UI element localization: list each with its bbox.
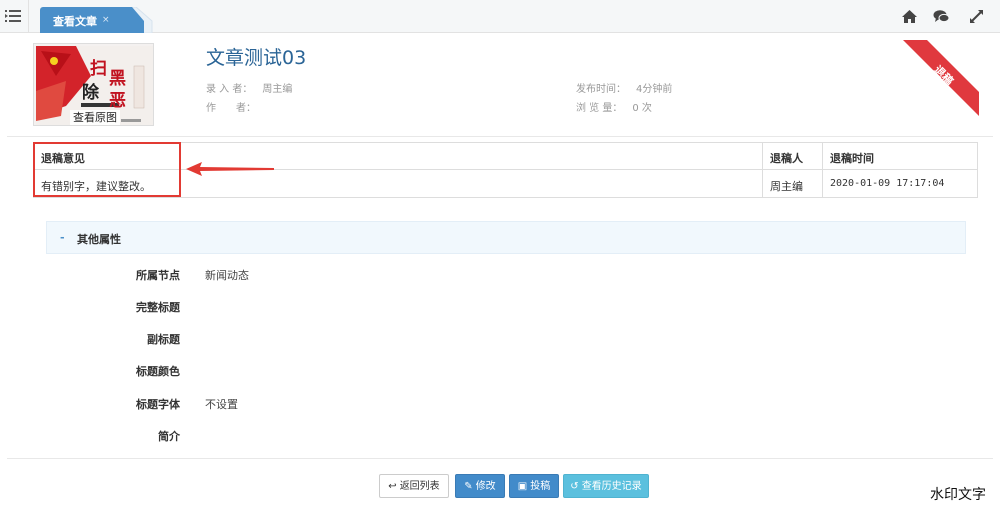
meta-publish-time: 发布时间： 4分钟前 [576,80,672,95]
meta-author: 作 者： [206,99,266,114]
meta-label: 录 入 者： [206,84,253,95]
prop-label-title-font: 标题字体 [136,398,180,411]
meta-label: 发布时间： [576,84,626,95]
fullscreen-icon[interactable] [968,8,985,25]
tab-separator [28,0,29,33]
tab-tail-decoration [122,7,153,33]
back-icon: ↩ [388,481,397,492]
comments-icon[interactable] [933,8,950,25]
home-icon[interactable] [901,8,918,25]
divider [7,136,993,137]
menu-toggle-icon[interactable] [5,9,21,23]
cell-time: 2020-01-09 17:17:04 [830,178,945,189]
tab-label: 查看文章 [53,15,97,28]
button-label: 修改 [475,481,496,492]
history-icon: ↺ [570,481,579,492]
annotation-arrow [186,162,274,176]
view-original-button[interactable]: 查看原图 [70,110,120,125]
prop-label-title-color: 标题颜色 [136,365,180,378]
button-label: 投稿 [530,481,551,492]
meta-views: 浏 览 量： 0 次 [576,99,652,114]
cover-art-char: 除 [82,83,99,103]
meta-value: 4分钟前 [636,84,673,95]
prop-label-summary: 简介 [158,430,180,443]
cover-art-char: 扫 [90,59,107,79]
divider [7,458,993,459]
edit-icon: ✎ [464,481,473,492]
watermark-text: 水印文字 [930,487,986,503]
meta-label: 浏 览 量： [576,103,623,114]
close-icon[interactable]: × [102,15,110,25]
prop-value-node: 新闻动态 [205,269,249,282]
button-label: 查看历史记录 [581,481,642,492]
cover-art-char: 恶 [109,91,126,111]
save-icon: ▣ [517,481,528,492]
column-divider [822,143,823,197]
button-label: 返回列表 [399,481,440,492]
submit-button[interactable]: ▣ 投稿 [509,474,559,498]
prop-value-title-font: 不设置 [205,398,238,411]
top-bar: 查看文章 × [0,0,1000,33]
other-props-header[interactable]: - 其他属性 [46,221,966,254]
cell-user: 周主编 [770,180,803,193]
meta-value: 0 次 [632,103,652,114]
collapse-icon[interactable]: - [60,231,65,244]
meta-value: 周主编 [262,84,293,95]
meta-entry: 录 入 者： 周主编 [206,80,292,95]
status-ribbon: 退稿 [903,40,979,116]
prop-label-subtitle: 副标题 [147,333,180,346]
cover-image[interactable]: 扫 黑 除 恶 查看原图 [33,43,154,126]
meta-label: 作 者： [206,103,256,114]
header-user: 退稿人 [770,152,803,165]
prop-label-node: 所属节点 [136,269,180,282]
highlight-box [33,142,181,197]
tab-view-article[interactable]: 查看文章 × [40,7,124,33]
edit-button[interactable]: ✎ 修改 [455,474,505,498]
prop-label-full-title: 完整标题 [136,301,180,314]
history-button[interactable]: ↺ 查看历史记录 [563,474,649,498]
column-divider [762,143,763,197]
back-to-list-button[interactable]: ↩ 返回列表 [379,474,449,498]
header-time: 退稿时间 [830,152,874,165]
section-title: 其他属性 [77,233,121,246]
article-title: 文章测试03 [206,47,307,69]
